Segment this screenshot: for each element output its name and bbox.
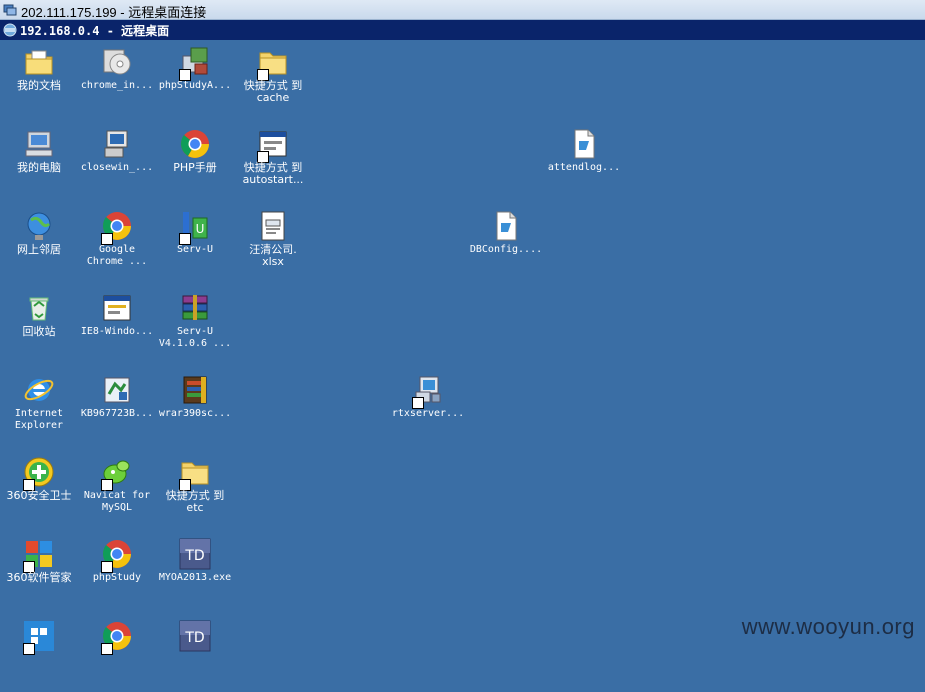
desktop-icon-chrome-installer[interactable]: chrome_in... — [78, 44, 156, 118]
icon-label: closewin_... — [80, 162, 154, 173]
rdp-connection-bar[interactable]: 192.168.0.4 - 远程桌面 — [0, 20, 925, 40]
icon-label: KB967723B... — [80, 408, 154, 419]
desktop-icon-my-documents[interactable]: 我的文档 — [0, 44, 78, 118]
icon-label: Serv-U V4.1.0.6 ... — [158, 326, 232, 349]
desktop-icon-serv-u[interactable]: U Serv-U — [156, 208, 234, 282]
icon-label: wrar390sc... — [158, 408, 232, 419]
icon-label: IE8-Windo... — [80, 326, 154, 337]
chrome-icon — [180, 130, 209, 158]
desktop-icon-dbconfig[interactable]: DBConfig.... — [467, 208, 545, 282]
setup-icon — [104, 130, 128, 158]
icon-label: 汪清公司. xlsx — [249, 243, 297, 268]
desktop-icon-recycle-bin[interactable]: 回收站 — [0, 290, 78, 364]
computer-icon — [25, 131, 53, 157]
desktop-icon-attendlog[interactable]: attendlog... — [545, 126, 623, 200]
recycle-bin-icon — [29, 297, 49, 321]
svg-text:TD: TD — [184, 548, 204, 564]
desktop-icon-kb967723[interactable]: KB967723B... — [78, 372, 156, 446]
desktop-icon-shortcut-etc[interactable]: 快捷方式 到 etc — [156, 454, 234, 528]
desktop[interactable]: 我的文档 chrome_in... phpStudyA... 快捷方式 到 ca… — [0, 40, 925, 655]
document-icon — [574, 129, 595, 159]
svg-text:U: U — [196, 222, 205, 236]
network-icon — [27, 212, 51, 240]
icon-label: rtxserver... — [391, 408, 465, 419]
document-icon — [496, 211, 517, 241]
rdp-bar-title: 192.168.0.4 - 远程桌面 — [20, 24, 170, 38]
icon-label: 快捷方式 到 autostart... — [242, 161, 304, 186]
desktop-icon-phpstudy[interactable]: phpStudy — [78, 536, 156, 610]
watermark: www.wooyun.org — [741, 614, 915, 639]
icon-label: Internet Explorer — [14, 408, 64, 431]
desktop-icon-xlsx-file[interactable]: 汪清公司. xlsx — [234, 208, 312, 282]
desktop-icon-php-manual[interactable]: PHP手册 — [156, 126, 234, 200]
desktop-icon-closewin[interactable]: closewin_... — [78, 126, 156, 200]
desktop-icon-phpstudy-installer[interactable]: phpStudyA... — [156, 44, 234, 118]
icon-label: Navicat for MySQL — [83, 490, 151, 513]
icon-label: DBConfig.... — [469, 244, 543, 255]
winrar-icon — [182, 295, 208, 320]
icon-label: chrome_in... — [80, 80, 154, 91]
icon-label: 网上邻居 — [17, 243, 61, 256]
icon-label: attendlog... — [547, 162, 621, 173]
desktop-icon-internet-explorer[interactable]: Internet Explorer — [0, 372, 78, 446]
update-icon — [104, 377, 130, 403]
icon-label: Google Chrome ... — [86, 244, 148, 267]
icon-label: phpStudy — [92, 572, 142, 583]
desktop-icon-partial-chrome[interactable] — [78, 618, 156, 692]
icon-label: 360软件管家 — [6, 571, 72, 584]
desktop-icon-serv-u-installer[interactable]: Serv-U V4.1.0.6 ... — [156, 290, 234, 364]
shortcut-arrow-icon — [23, 643, 35, 655]
ie-icon — [24, 379, 54, 401]
winrar-setup-icon — [183, 376, 207, 404]
outer-title-bar[interactable]: 202.111.175.199 - 远程桌面连接 — [0, 0, 925, 20]
td-icon: TD — [179, 538, 211, 570]
td-icon: TD — [179, 620, 211, 652]
icon-label: 我的电脑 — [17, 161, 61, 174]
spreadsheet-icon — [261, 211, 285, 241]
folder-documents-icon — [25, 50, 53, 75]
desktop-icon-rtxserver[interactable]: rtxserver... — [389, 372, 467, 446]
desktop-icon-partial-td[interactable]: TD — [156, 618, 234, 692]
desktop-icon-wrar390[interactable]: wrar390sc... — [156, 372, 234, 446]
icon-label: 快捷方式 到 cache — [243, 79, 303, 104]
icon-label: 我的文档 — [17, 79, 61, 92]
icon-label: Serv-U — [176, 244, 214, 255]
icon-label: PHP手册 — [173, 161, 217, 174]
svg-text:TD: TD — [184, 630, 204, 646]
icon-label: phpStudyA... — [158, 80, 232, 91]
window-title: 202.111.175.199 - 远程桌面连接 — [21, 5, 207, 20]
installer-cd-icon — [103, 49, 131, 75]
desktop-icon-my-computer[interactable]: 我的电脑 — [0, 126, 78, 200]
desktop-icon-ie8-windows[interactable]: IE8-Windo... — [78, 290, 156, 364]
desktop-icon-myoa2013[interactable]: TD MYOA2013.exe — [156, 536, 234, 610]
desktop-icon-360-safe[interactable]: 360安全卫士 — [0, 454, 78, 528]
desktop-icon-partial-blue[interactable] — [0, 618, 78, 692]
desktop-icon-360-soft-manager[interactable]: 360软件管家 — [0, 536, 78, 610]
desktop-icon-google-chrome[interactable]: Google Chrome ... — [78, 208, 156, 282]
desktop-icon-shortcut-autostart[interactable]: 快捷方式 到 autostart... — [234, 126, 312, 200]
connection-icon — [3, 23, 17, 37]
icon-label: MYOA2013.exe — [158, 572, 232, 583]
remote-desktop-icon — [3, 4, 17, 16]
icon-label: 快捷方式 到 etc — [165, 489, 225, 514]
desktop-icon-navicat[interactable]: Navicat for MySQL — [78, 454, 156, 528]
desktop-icon-network[interactable]: 网上邻居 — [0, 208, 78, 282]
window-icon — [103, 295, 131, 321]
desktop-icon-shortcut-cache[interactable]: 快捷方式 到 cache — [234, 44, 312, 118]
shortcut-arrow-icon — [101, 643, 113, 655]
icon-label: 360安全卫士 — [6, 489, 72, 502]
icon-label: 回收站 — [22, 325, 56, 338]
